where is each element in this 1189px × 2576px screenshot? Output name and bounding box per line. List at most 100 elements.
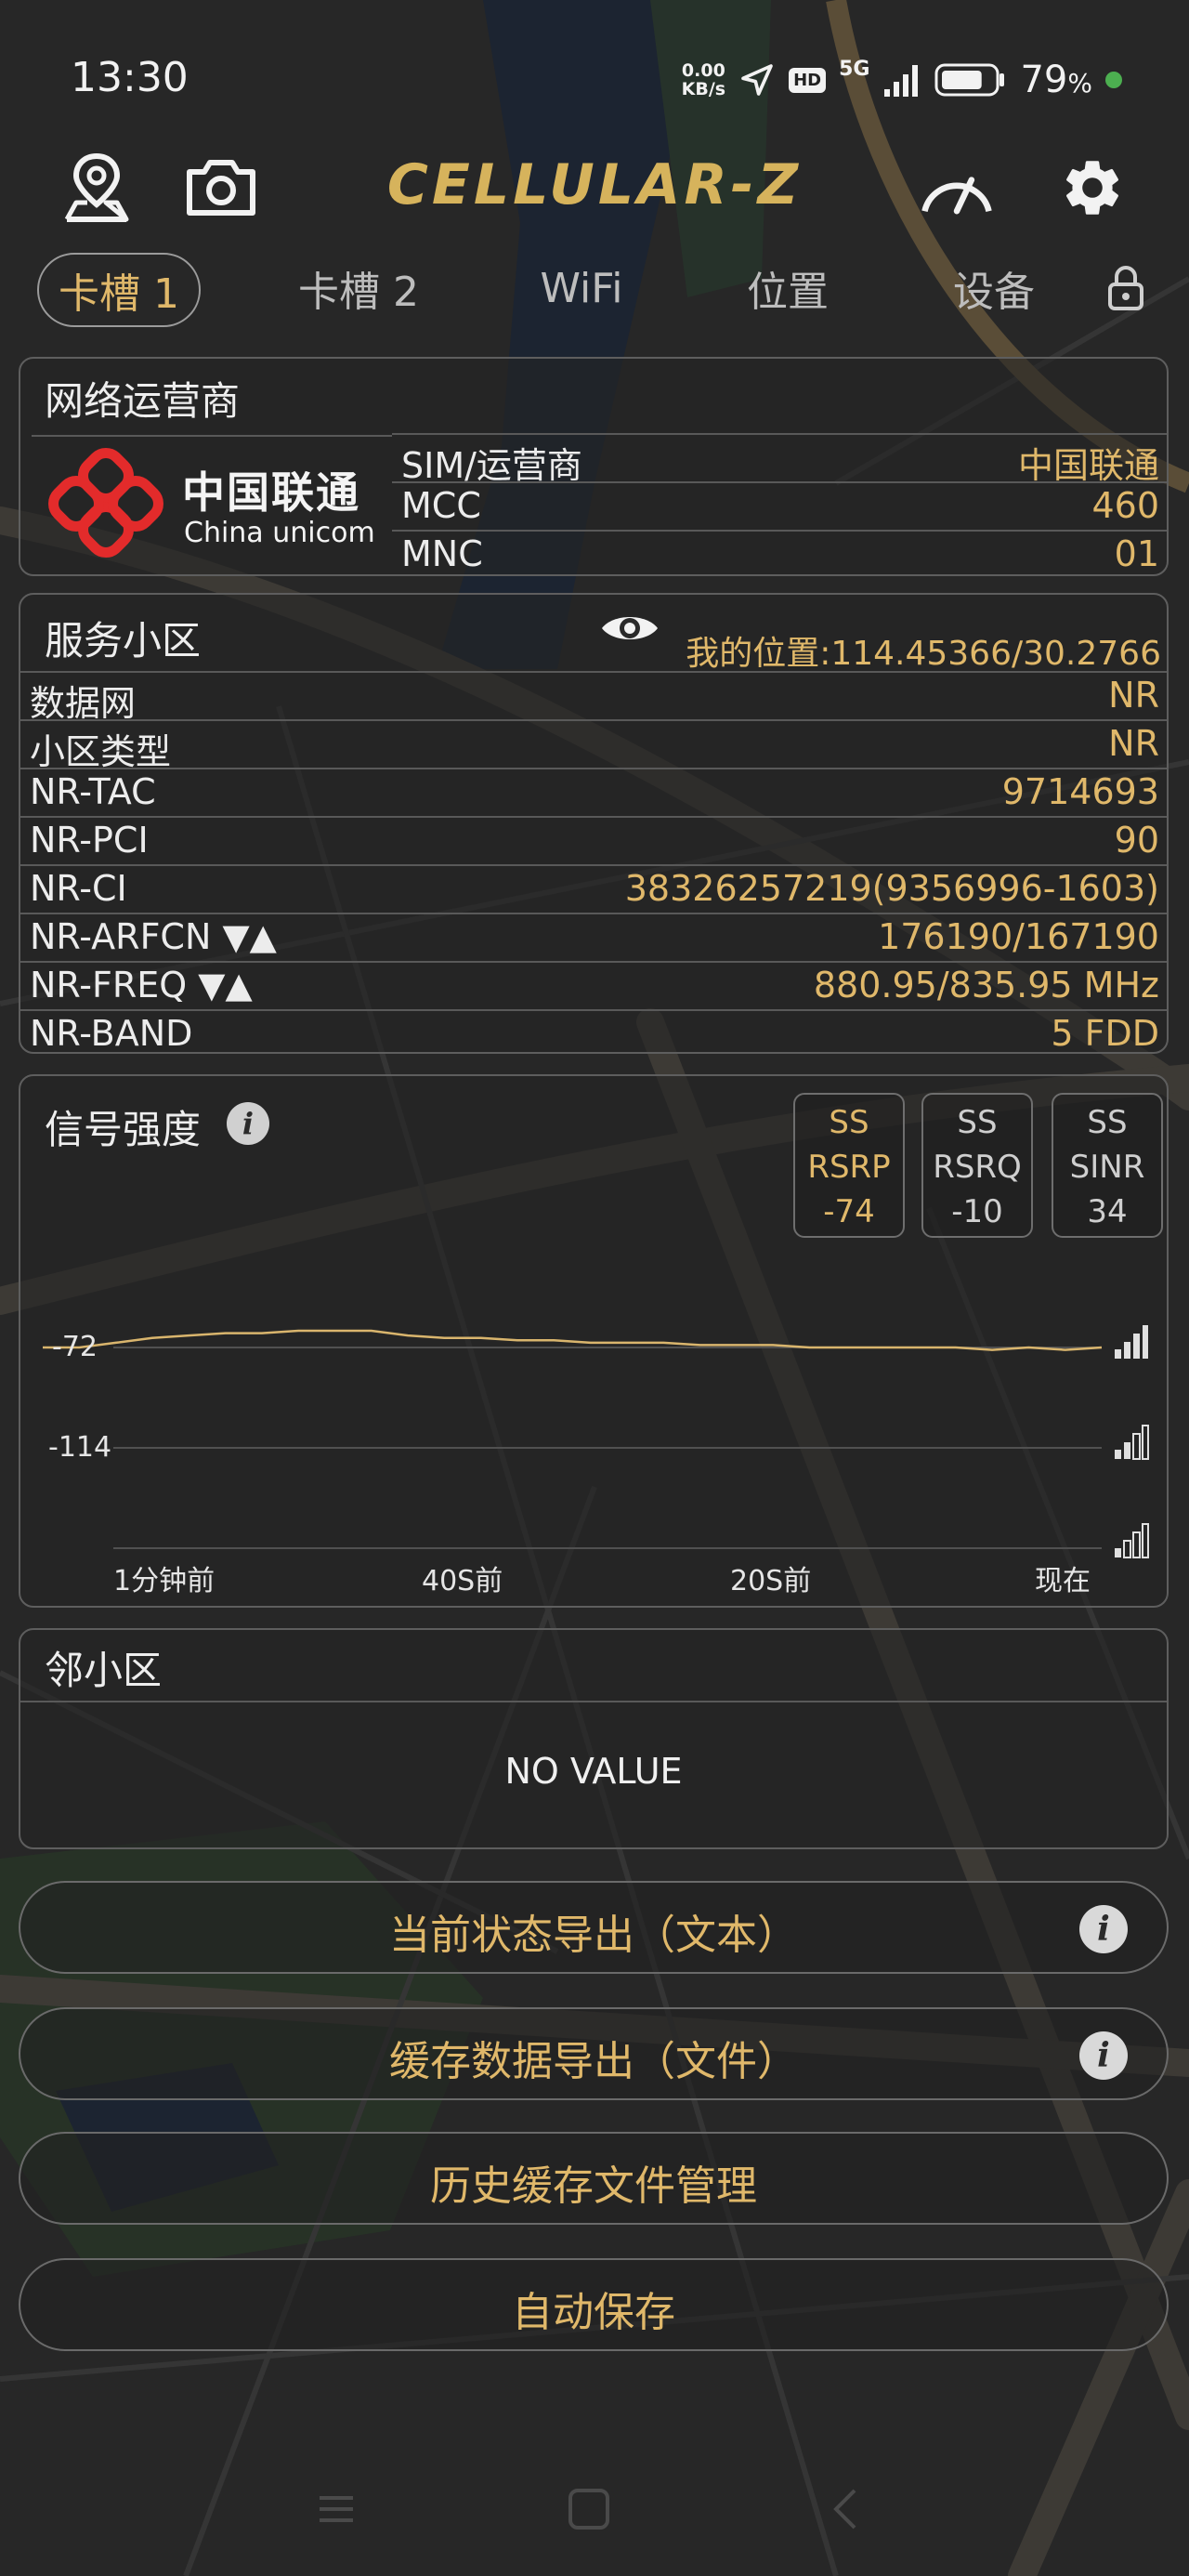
clock: 13:30 (71, 54, 189, 101)
row-key: 数据网 (30, 683, 137, 724)
service-cell-title: 服务小区 (45, 618, 202, 664)
row-value: 880.95/835.95 MHz (813, 965, 1159, 1005)
y-tick-label: -114 (48, 1431, 112, 1464)
table-row: 小区类型 NR (20, 719, 1167, 772)
info-glyph: i (1097, 1910, 1110, 1949)
row-value: 38326257219(9356996-1603) (624, 868, 1159, 909)
map-pin-icon[interactable] (58, 149, 136, 227)
table-row: 数据网 NR (20, 671, 1167, 724)
button-label: 当前状态导出（文本） (389, 1912, 798, 1959)
signal-bars-icon (1115, 1523, 1149, 1558)
operator-panel-title: 网络运营商 (45, 378, 241, 424)
tab-slot-1[interactable]: 卡槽 1 (37, 253, 201, 327)
operator-row-mnc: MNC 01 (392, 530, 1167, 574)
gear-icon[interactable] (1053, 149, 1131, 227)
back-icon[interactable] (817, 2481, 873, 2537)
operator-row-value: 01 (1114, 533, 1159, 574)
eye-icon[interactable] (600, 610, 660, 647)
signal-bars-icon (884, 65, 919, 97)
china-unicom-logo: 中国联通 China unicom (32, 435, 392, 574)
system-navigation-bar (0, 2463, 1189, 2556)
network-type: 5G (839, 58, 870, 81)
app-logo: CELLULAR-Z (386, 152, 803, 217)
row-value: NR (1108, 723, 1159, 764)
row-value: 9714693 (1001, 771, 1159, 812)
row-key: NR-BAND (30, 1013, 193, 1054)
button-label: 缓存数据导出（文件） (389, 2038, 798, 2085)
operator-panel: 网络运营商 中国联通 China unicom SIM/运营商 中国联通 MCC… (19, 357, 1169, 576)
info-icon[interactable]: i (1079, 1905, 1128, 1953)
info-icon[interactable]: i (1079, 2031, 1128, 2080)
operator-row-key: MCC (401, 485, 481, 526)
table-row: NR-CI 38326257219(9356996-1603) (20, 864, 1167, 913)
battery-icon (934, 63, 1005, 97)
operator-row-key: SIM/运营商 (401, 445, 582, 486)
operator-row-mcc: MCC 460 (392, 481, 1167, 530)
neighbor-empty-text: NO VALUE (504, 1751, 683, 1792)
history-cache-file-manager-button[interactable]: 历史缓存文件管理 (19, 2132, 1169, 2225)
tab-location[interactable]: 位置 (723, 253, 853, 323)
privacy-indicator-dot (1105, 72, 1122, 88)
network-speed-value: 0.00 (681, 60, 725, 81)
table-row: NR-BAND 5 FDD (20, 1009, 1167, 1054)
camera-icon[interactable] (182, 149, 260, 227)
operator-row-value: 中国联通 (1017, 445, 1159, 486)
operator-row-sim: SIM/运营商 中国联通 (392, 433, 1167, 486)
chart-gridlines (113, 1347, 1102, 1549)
neighbor-cell-panel: 邻小区 NO VALUE (19, 1628, 1169, 1849)
export-current-status-button[interactable]: 当前状态导出（文本） i (19, 1881, 1169, 1974)
service-cell-panel: 服务小区 我的位置:114.45366/30.2766 数据网 NR 小区类型 NR… (19, 593, 1169, 1054)
my-location: 我的位置:114.45366/30.2766 (686, 635, 1161, 673)
app-bar: CELLULAR-Z (0, 139, 1189, 232)
x-tick-label: 20S前 (730, 1565, 812, 1597)
x-tick-label: 1分钟前 (113, 1565, 216, 1597)
signal-bars-icon (1115, 1325, 1148, 1359)
operator-row-key: MNC (401, 533, 483, 574)
table-row[interactable]: NR-FREQ ▼▲ 880.95/835.95 MHz (20, 961, 1167, 1009)
tab-bar: 卡槽 1 卡槽 2 WiFi 位置 设备 (0, 249, 1189, 331)
row-key: 小区类型 (30, 731, 172, 772)
row-key: NR-CI (30, 868, 127, 909)
hd-badge: HD (789, 67, 827, 93)
lock-icon[interactable] (1096, 253, 1156, 323)
network-speed-unit: KB/s (681, 79, 726, 99)
table-row[interactable]: NR-ARFCN ▼▲ 176190/167190 (20, 913, 1167, 961)
status-bar: 13:30 0.00 KB/s HD 5G 79% (0, 37, 1189, 121)
signal-bars-icon (1115, 1425, 1149, 1460)
auto-save-button[interactable]: 自动保存 (19, 2258, 1169, 2351)
row-key: NR-FREQ ▼▲ (30, 965, 253, 1005)
unicom-name-cn: 中国联通 (182, 467, 360, 518)
location-arrow-icon (741, 64, 773, 96)
x-tick-label: 现在 (1035, 1565, 1091, 1597)
home-icon[interactable] (561, 2481, 617, 2537)
tab-wifi[interactable]: WiFi (507, 253, 656, 323)
operator-table: SIM/运营商 中国联通 MCC 460 MNC 01 (392, 433, 1167, 574)
signal-strength-panel: 信号强度 i SS RSRP -74 SS RSRQ -10 SS SINR 3… (19, 1074, 1169, 1608)
signal-line-chart (43, 1329, 1103, 1549)
unicom-name-en: China unicom (184, 517, 375, 549)
network-speed: 0.00 KB/s (682, 61, 725, 99)
button-label: 历史缓存文件管理 (430, 2162, 757, 2210)
table-row: NR-TAC 9714693 (20, 768, 1167, 816)
row-key: NR-TAC (30, 771, 156, 812)
battery-percentage: 79% (1020, 59, 1092, 101)
tab-device[interactable]: 设备 (929, 253, 1059, 323)
recent-apps-icon[interactable] (308, 2481, 364, 2537)
row-key: NR-PCI (30, 820, 149, 861)
x-tick-label: 40S前 (422, 1565, 503, 1597)
unicom-knot-icon (48, 448, 163, 558)
row-value: 5 FDD (1051, 1013, 1159, 1054)
neighbor-cell-title: 邻小区 (45, 1648, 163, 1693)
battery-percent-value: 79 (1020, 59, 1068, 101)
table-row: NR-PCI 90 (20, 816, 1167, 864)
speedometer-icon[interactable] (918, 149, 996, 227)
row-key: NR-ARFCN ▼▲ (30, 916, 277, 957)
tab-slot-2[interactable]: 卡槽 2 (279, 253, 438, 323)
info-glyph: i (1097, 2036, 1110, 2075)
battery-percent-sign: % (1067, 68, 1092, 99)
export-cache-data-button[interactable]: 缓存数据导出（文件） i (19, 2007, 1169, 2100)
operator-row-value: 460 (1091, 485, 1159, 526)
y-tick-label: -72 (52, 1331, 98, 1363)
row-value: 90 (1114, 820, 1159, 861)
row-value: NR (1108, 675, 1159, 716)
